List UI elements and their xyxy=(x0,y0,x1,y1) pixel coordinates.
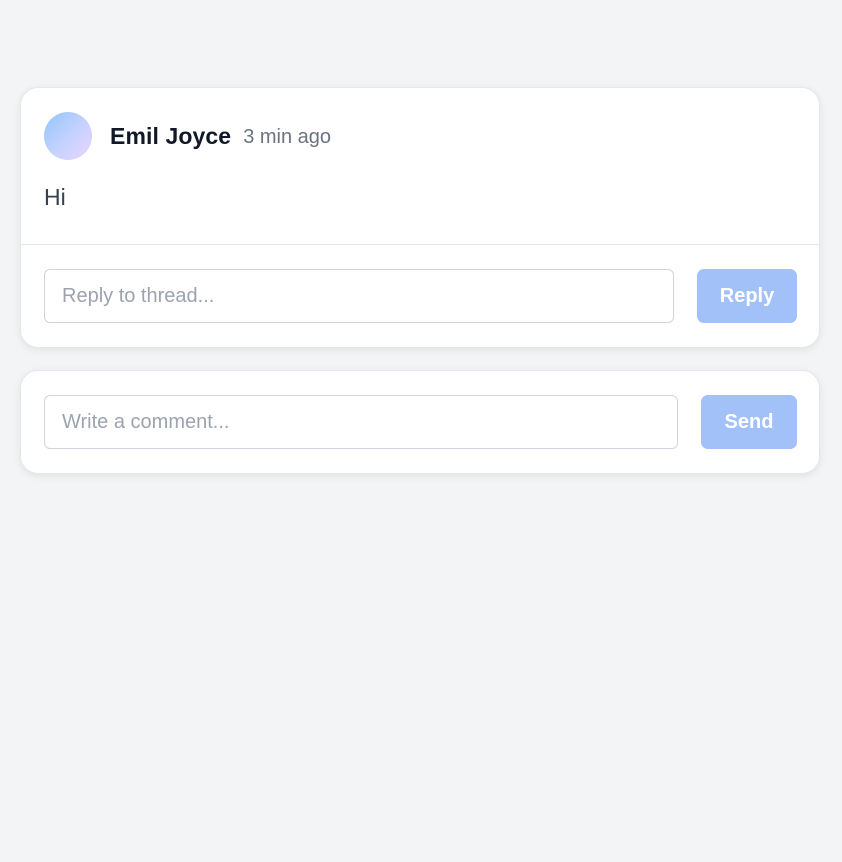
thread-card: Emil Joyce 3 min ago Hi Reply xyxy=(20,87,820,348)
comment-message: Hi xyxy=(44,184,66,210)
comment-composer-card: Send xyxy=(20,370,820,474)
send-button[interactable]: Send xyxy=(701,395,797,449)
avatar xyxy=(44,112,92,160)
comment-header: Emil Joyce 3 min ago xyxy=(44,112,331,160)
comment-input[interactable] xyxy=(44,395,678,449)
author-name: Emil Joyce xyxy=(110,122,232,149)
reply-input[interactable] xyxy=(44,269,674,323)
comment-timestamp: 3 min ago xyxy=(243,125,332,148)
divider xyxy=(21,244,819,245)
reply-button[interactable]: Reply xyxy=(697,269,797,323)
